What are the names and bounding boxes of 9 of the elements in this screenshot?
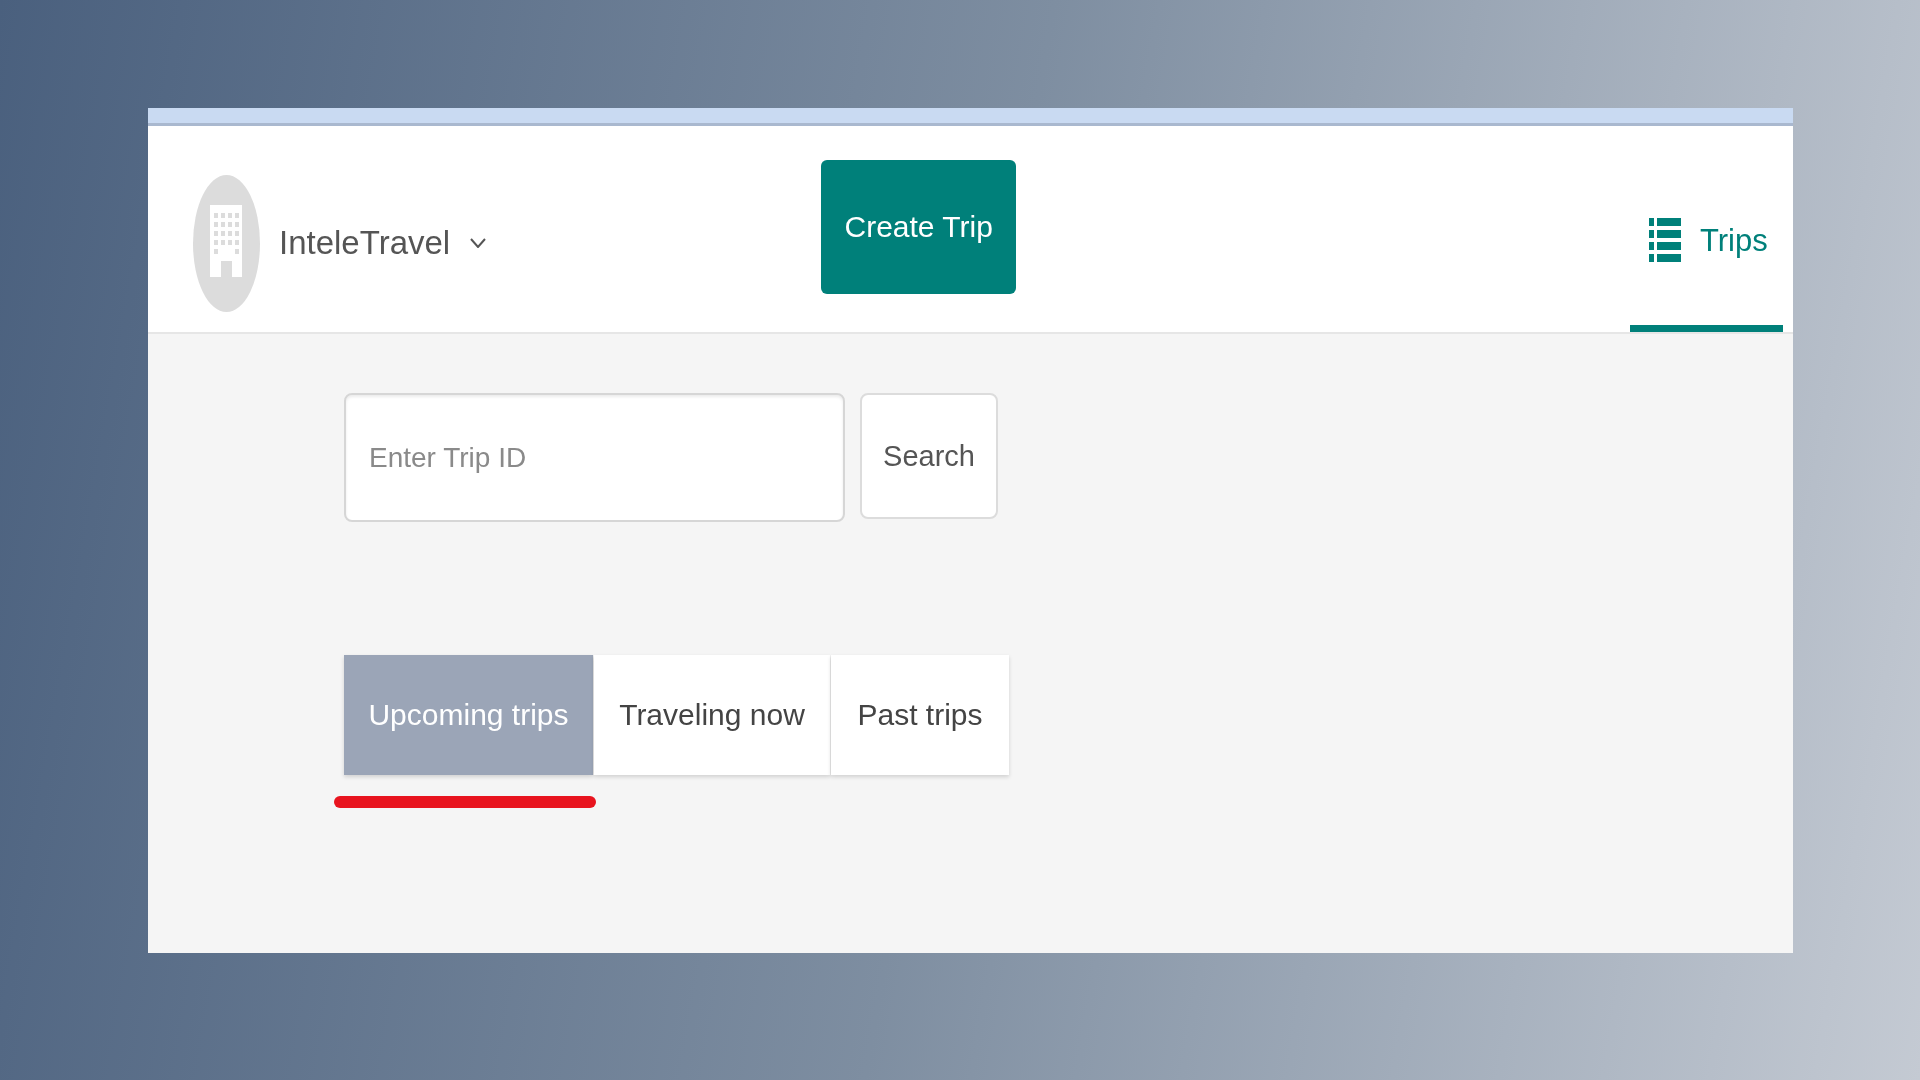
search-button[interactable]: Search <box>860 393 998 519</box>
list-icon <box>1649 217 1681 264</box>
trip-filter-tab[interactable]: Past trips <box>831 655 1009 775</box>
trip-id-field[interactable]: Enter Trip ID <box>344 393 845 522</box>
trip-filter-tab[interactable]: Traveling now <box>594 655 830 775</box>
create-trip-button[interactable]: Create Trip <box>821 160 1017 294</box>
brand-dropdown[interactable]: InteleTravel <box>279 226 487 259</box>
building-icon <box>193 175 260 312</box>
chevron-down-icon <box>470 237 487 248</box>
